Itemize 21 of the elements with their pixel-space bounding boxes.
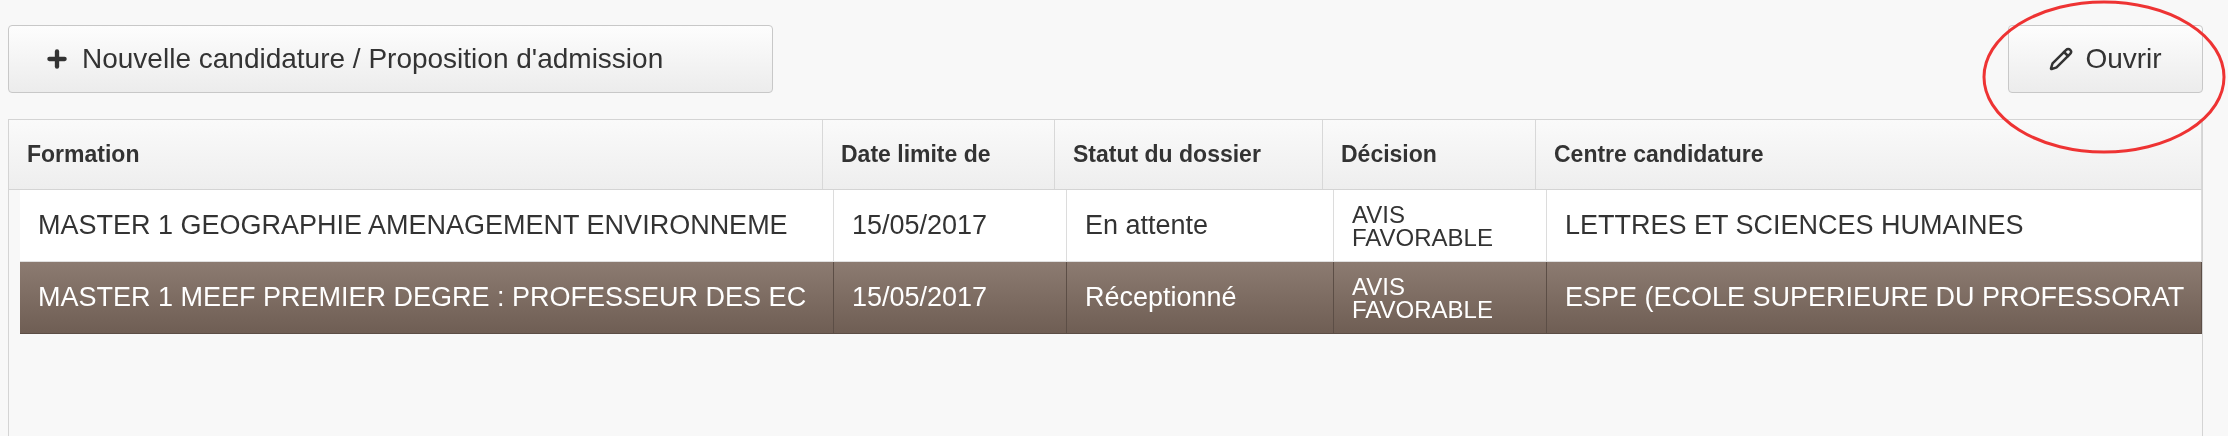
table-cell: MASTER 1 GEOGRAPHIE AMENAGEMENT ENVIRONNEME: [20, 190, 834, 261]
open-button[interactable]: Ouvrir: [2008, 25, 2203, 93]
column-header[interactable]: Date limite de: [823, 120, 1055, 189]
plus-icon: [44, 46, 70, 72]
table-cell: AVIS FAVORABLE: [1334, 262, 1547, 333]
pencil-icon: [2049, 47, 2074, 71]
table-cell: AVIS FAVORABLE: [1334, 190, 1547, 261]
new-application-button[interactable]: Nouvelle candidature / Proposition d'admission: [8, 25, 773, 93]
table-row[interactable]: MASTER 1 MEEF PREMIER DEGRE : PROFESSEUR DES EC 15/05/2017 Réceptionné AVIS FAVORABLE ESPE (ECOLE SUPERIEURE DU PROFESSORAT: [20, 262, 2202, 334]
table-cell: LETTRES ET SCIENCES HUMAINES: [1547, 190, 2202, 261]
table-cell: En attente: [1067, 190, 1334, 261]
column-header[interactable]: Formation: [9, 120, 823, 189]
table-cell: 15/05/2017: [834, 190, 1067, 261]
table-cell: 15/05/2017: [834, 262, 1067, 333]
column-header[interactable]: Statut du dossier: [1055, 120, 1323, 189]
table-row[interactable]: MASTER 1 GEOGRAPHIE AMENAGEMENT ENVIRONNEME 15/05/2017 En attente AVIS FAVORABLE LETTRES ET SCIENCES HUMAINES: [20, 190, 2202, 262]
table-cell: ESPE (ECOLE SUPERIEURE DU PROFESSORAT: [1547, 262, 2202, 333]
column-header[interactable]: Centre candidature: [1536, 120, 2202, 189]
table-cell: MASTER 1 MEEF PREMIER DEGRE : PROFESSEUR DES EC: [20, 262, 834, 333]
table-cell: Réceptionné: [1067, 262, 1334, 333]
column-header[interactable]: Décision: [1323, 120, 1536, 189]
